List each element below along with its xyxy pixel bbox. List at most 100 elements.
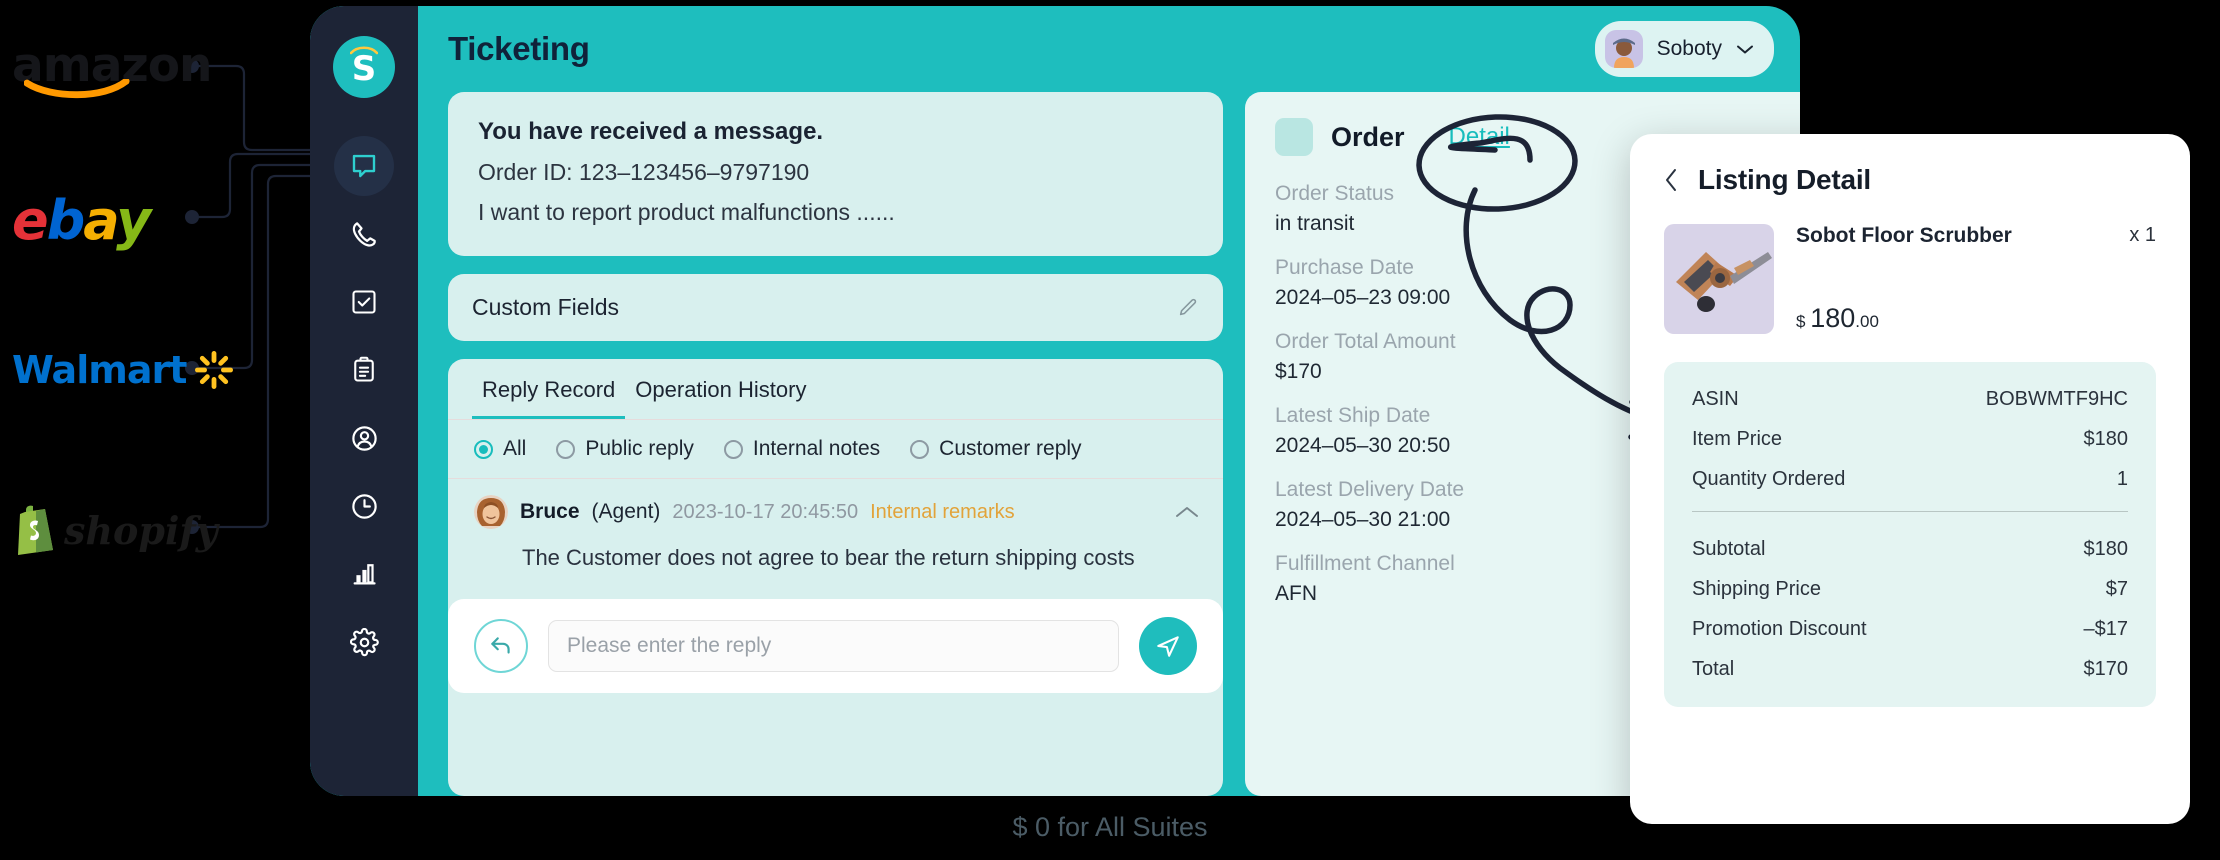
- product-name: Sobot Floor Scrubber: [1796, 224, 2012, 247]
- sidebar-item-profile[interactable]: [334, 408, 394, 468]
- page-title: Ticketing: [448, 30, 590, 67]
- reply-author-avatar: [474, 495, 508, 529]
- marketplace-logos: amazon ebay Walmart shopify: [0, 0, 310, 860]
- shopify-bag-icon: [18, 505, 53, 555]
- send-button[interactable]: [1139, 617, 1197, 675]
- reply-tag: Internal remarks: [870, 500, 1015, 523]
- product-price: $ 180.00: [1796, 303, 2156, 334]
- attr-quantity-value: 1: [2116, 468, 2128, 490]
- shipping-value: $7: [2105, 578, 2128, 600]
- filter-public-reply[interactable]: Public reply: [556, 437, 694, 461]
- filter-customer-label: Customer reply: [939, 437, 1082, 460]
- connector-lines: [185, 59, 310, 534]
- filter-all-label: All: [503, 437, 527, 460]
- product-info: Sobot Floor Scrubber x 1 $ 180.00: [1796, 224, 2156, 334]
- product-title-row: Sobot Floor Scrubber x 1: [1796, 224, 2156, 248]
- ebay-letter-y: y: [116, 188, 151, 252]
- tab-reply-record[interactable]: Reply Record: [472, 377, 626, 419]
- filter-all[interactable]: All: [474, 437, 526, 461]
- ebay-letter-a: a: [83, 188, 118, 252]
- attr-asin-value: BOBWMTF9HC: [1985, 388, 2128, 410]
- reply-composer: Please enter the reply: [448, 599, 1223, 693]
- reply-author-name: Bruce: [520, 500, 580, 523]
- attr-row-quantity: Quantity Ordered 1: [1692, 468, 2128, 491]
- radio-dot-all: [474, 439, 493, 459]
- reply-arrow-icon: [491, 637, 510, 654]
- user-circle-icon: [351, 425, 377, 451]
- sidebar-item-chat[interactable]: [334, 136, 394, 196]
- sidebar-item-settings[interactable]: [334, 612, 394, 672]
- sidebar-item-history[interactable]: [334, 476, 394, 536]
- sidebar-item-clipboard[interactable]: [334, 340, 394, 400]
- filter-internal-notes[interactable]: Internal notes: [723, 437, 881, 461]
- radio-dot-public: [556, 439, 576, 459]
- order-badge-icon: [1275, 118, 1313, 156]
- brand-logo: S: [333, 36, 395, 98]
- price-breakdown: ASIN BOBWMTF9HC Item Price $180 Quantity…: [1664, 362, 2156, 707]
- topbar: Ticketing Soboty: [418, 6, 1800, 92]
- chevron-down-icon: [1737, 45, 1753, 53]
- tab-operation-history[interactable]: Operation History: [625, 377, 816, 419]
- clock-icon: [351, 493, 377, 519]
- reply-author-role: (Agent): [591, 500, 661, 523]
- radio-dot-customer: [910, 439, 930, 459]
- total-value: $170: [2083, 658, 2129, 680]
- amazon-smile-icon: [24, 78, 130, 98]
- sidebar-item-tasks[interactable]: [334, 272, 394, 332]
- gear-icon: [349, 627, 379, 656]
- user-menu[interactable]: Soboty: [1594, 21, 1774, 77]
- chevron-up-icon[interactable]: [1175, 505, 1199, 519]
- bar-chart-icon: [353, 564, 376, 585]
- logo-walmart: Walmart: [12, 335, 234, 405]
- back-chevron-icon[interactable]: [1664, 168, 1678, 192]
- ticket-column: You have received a message. Order ID: 1…: [448, 92, 1223, 796]
- user-name: Soboty: [1656, 37, 1722, 60]
- reply-input[interactable]: Please enter the reply: [548, 620, 1119, 672]
- filter-customer-reply[interactable]: Customer reply: [910, 437, 1082, 461]
- message-headline: You have received a message.: [478, 118, 824, 145]
- total-row-promotion: Promotion Discount –$17: [1692, 618, 2128, 641]
- reply-filters: All Public reply Internal notes Customer…: [448, 420, 1223, 478]
- ebay-wordmark: ebay: [12, 188, 151, 252]
- logo-shopify: shopify: [12, 495, 218, 565]
- product-price-cents: .00: [1855, 312, 1879, 331]
- undo-button[interactable]: [474, 619, 528, 673]
- sidebar-item-analytics[interactable]: [334, 544, 394, 604]
- product-image: [1664, 224, 1774, 334]
- message-body: I want to report product malfunctions ..…: [478, 199, 895, 225]
- total-row-shipping: Shipping Price $7: [1692, 578, 2128, 601]
- subtotal-label: Subtotal: [1692, 538, 1766, 560]
- ebay-letter-e: e: [12, 188, 49, 252]
- reply-timestamp: 2023-10-17 20:45:50: [672, 500, 859, 523]
- reply-entry-body: The Customer does not agree to bear the …: [522, 545, 1135, 570]
- edit-pencil-icon[interactable]: [1177, 297, 1199, 319]
- app-window: S Ticketing Soboty You have received a m…: [310, 6, 1800, 796]
- price-divider: [1692, 511, 2128, 512]
- subtotal-value: $180: [2083, 538, 2129, 560]
- total-row-subtotal: Subtotal $180: [1692, 538, 2128, 561]
- footer: $ 0 for All Suites: [0, 812, 2220, 843]
- chat-icon: [352, 154, 376, 178]
- attr-item-price-label: Item Price: [1692, 428, 1783, 450]
- order-detail-link[interactable]: Detail: [1449, 123, 1510, 151]
- task-check-icon: [352, 290, 376, 314]
- walmart-spark-icon: [195, 351, 234, 389]
- filter-internal-label: Internal notes: [752, 437, 881, 460]
- logo-amazon: amazon: [12, 30, 213, 100]
- screenshot-root: amazon ebay Walmart shopify S Ticketing …: [0, 0, 2220, 860]
- product-price-currency: $: [1796, 312, 1806, 331]
- product-price-main: 180: [1810, 303, 1856, 333]
- custom-fields-card[interactable]: Custom Fields: [448, 274, 1223, 341]
- sidebar-item-phone[interactable]: [334, 204, 394, 264]
- brand-logo-letter: S: [351, 49, 377, 89]
- clipboard-icon: [354, 356, 374, 382]
- total-label: Total: [1692, 658, 1735, 680]
- walmart-wordmark: Walmart: [12, 348, 187, 392]
- listing-detail-title: Listing Detail: [1698, 164, 1871, 195]
- attr-item-price-value: $180: [2083, 428, 2129, 450]
- reply-record-card: Reply Record Operation History All Publi…: [448, 359, 1223, 796]
- logo-ebay: ebay: [12, 185, 151, 255]
- radio-dot-internal: [723, 439, 743, 459]
- reply-entry-header: Bruce (Agent) 2023-10-17 20:45:50 Intern…: [474, 495, 1199, 529]
- product-quantity: x 1: [2129, 224, 2156, 246]
